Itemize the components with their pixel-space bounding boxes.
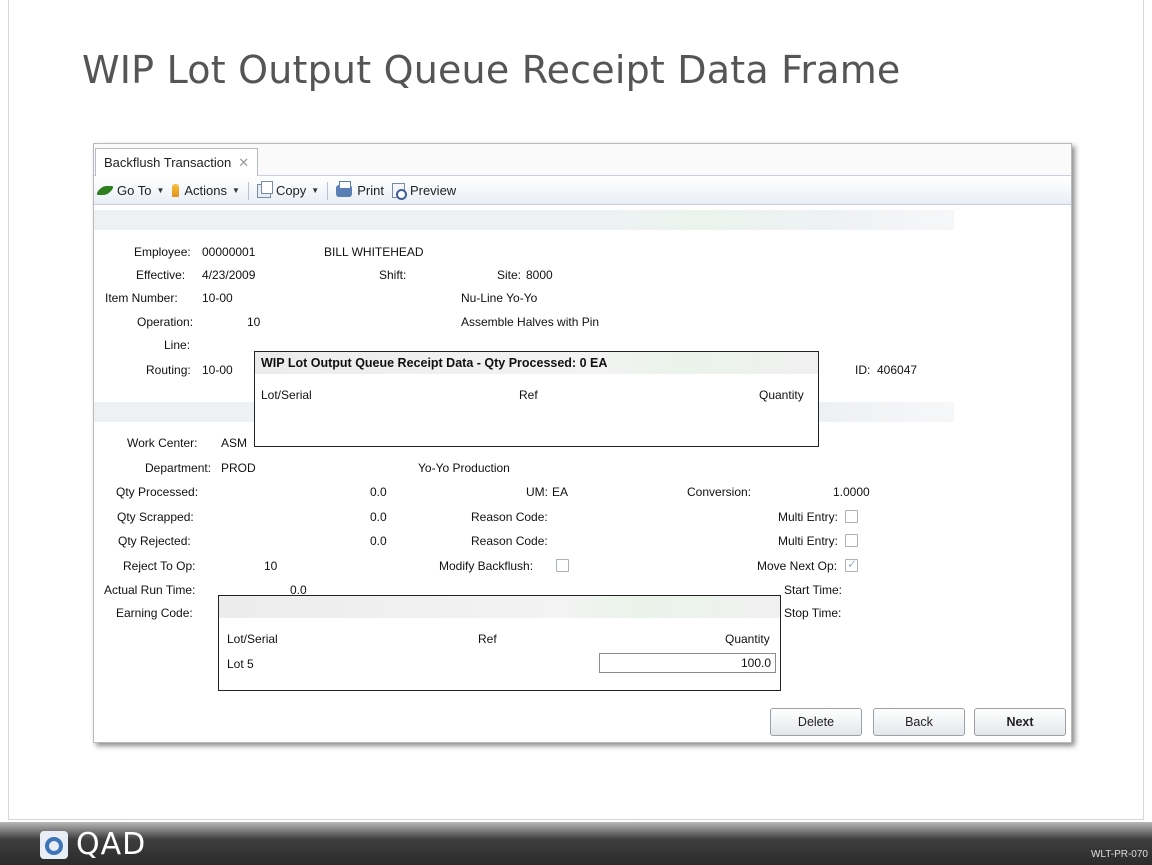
move-next-op-checkbox[interactable] — [845, 557, 858, 572]
reject-to-op-label: Reject To Op: — [123, 559, 196, 573]
toolbar-separator — [327, 181, 329, 200]
work-center-field[interactable]: ASM — [221, 436, 247, 450]
reject-to-op-field[interactable]: 10 — [264, 559, 277, 573]
actions-label: Actions — [184, 183, 228, 198]
caret-down-icon: ▼ — [232, 186, 240, 195]
printer-icon — [336, 180, 353, 197]
conversion-label: Conversion: — [687, 485, 752, 499]
id-label: ID: — [855, 363, 871, 377]
column-header-lot-serial: Lot/Serial — [227, 632, 278, 646]
slide-code: WLT-PR-070 — [1090, 849, 1148, 860]
section-band-header — [94, 210, 954, 230]
lot-serial-field[interactable]: Lot 5 — [227, 657, 254, 671]
qad-logo: QAD — [40, 827, 146, 862]
column-header-lot-serial: Lot/Serial — [261, 388, 312, 402]
effective-label: Effective: — [136, 268, 186, 282]
frame-header-band — [219, 596, 780, 618]
shift-label: Shift: — [379, 268, 407, 282]
wip-lot-output-popup: WIP Lot Output Queue Receipt Data - Qty … — [254, 351, 819, 447]
work-center-label: Work Center: — [127, 436, 198, 450]
print-label: Print — [357, 183, 384, 198]
app-window: Backflush Transaction ✕ Go To ▼ Actions … — [93, 143, 1072, 743]
column-header-quantity: Quantity — [759, 388, 804, 402]
site-field[interactable]: 8000 — [526, 268, 553, 282]
copy-icon — [256, 180, 273, 198]
multi-entry-label: Multi Entry: — [778, 510, 839, 524]
goto-label: Go To — [117, 183, 152, 198]
column-header-ref: Ref — [478, 632, 497, 646]
actions-icon — [172, 184, 180, 197]
column-header-quantity: Quantity — [725, 632, 770, 646]
start-time-label: Start Time: — [784, 583, 843, 597]
routing-label: Routing: — [146, 363, 191, 377]
reason-code-label: Reason Code: — [471, 534, 548, 548]
back-button[interactable]: Back — [873, 708, 965, 736]
lot-entry-frame: Lot/Serial Ref Quantity Lot 5 100.0 — [218, 595, 781, 691]
logo-text: QAD — [76, 827, 147, 862]
line-label: Line: — [164, 338, 191, 352]
tab-strip: Backflush Transaction ✕ — [94, 144, 1071, 176]
quantity-input[interactable]: 100.0 — [599, 653, 776, 673]
id-field: 406047 — [877, 363, 918, 377]
operation-field[interactable]: 10 — [247, 315, 260, 329]
conversion-field[interactable]: 1.0000 — [833, 485, 870, 499]
modify-backflush-label: Modify Backflush: — [439, 559, 534, 573]
qty-rejected-field[interactable]: 0.0 — [370, 534, 387, 548]
delete-button[interactable]: Delete — [770, 708, 862, 736]
site-label: Site: — [497, 268, 522, 282]
preview-icon — [391, 183, 407, 200]
toolbar-separator — [247, 181, 249, 200]
caret-down-icon: ▼ — [311, 186, 320, 195]
tab-label: Backflush Transaction — [104, 155, 232, 170]
slide-footer — [0, 822, 1152, 865]
close-icon[interactable]: ✕ — [238, 155, 249, 171]
qty-processed-label: Qty Processed: — [116, 485, 199, 499]
qad-logo-icon — [40, 830, 68, 859]
tab-backflush-transaction[interactable]: Backflush Transaction ✕ — [95, 148, 259, 176]
employee-name: BILL WHITEHEAD — [324, 245, 424, 259]
item-description: Nu-Line Yo-Yo — [461, 291, 538, 305]
actual-run-time-label: Actual Run Time: — [104, 583, 196, 597]
goto-menu-button[interactable]: Go To ▼ — [96, 183, 165, 198]
column-header-ref: Ref — [519, 388, 538, 402]
um-label: UM: — [526, 485, 548, 499]
multi-entry-label: Multi Entry: — [778, 534, 839, 548]
goto-icon — [96, 186, 114, 195]
department-field[interactable]: PROD — [221, 461, 256, 475]
multi-entry-checkbox-rejected[interactable] — [845, 534, 858, 547]
operation-description: Assemble Halves with Pin — [461, 315, 600, 329]
qty-processed-field[interactable]: 0.0 — [370, 485, 387, 499]
stop-time-label: Stop Time: — [784, 606, 842, 620]
reason-code-label: Reason Code: — [471, 510, 548, 524]
move-next-op-label: Move Next Op: — [757, 559, 838, 573]
copy-label: Copy — [275, 183, 307, 198]
caret-down-icon: ▼ — [156, 186, 165, 195]
effective-field[interactable]: 4/23/2009 — [202, 268, 255, 282]
copy-menu-button[interactable]: Copy ▼ — [256, 180, 320, 198]
earning-code-label: Earning Code: — [116, 606, 193, 620]
preview-button[interactable]: Preview — [391, 183, 457, 200]
modify-backflush-checkbox[interactable] — [556, 559, 569, 572]
routing-field[interactable]: 10-00 — [202, 363, 233, 377]
employee-label: Employee: — [134, 245, 191, 259]
department-description: Yo-Yo Production — [418, 461, 510, 475]
print-button[interactable]: Print — [336, 180, 384, 198]
operation-label: Operation: — [137, 315, 194, 329]
toolbar: Go To ▼ Actions ▼ Copy ▼ Print Preview — [94, 177, 1071, 205]
employee-field[interactable]: 00000001 — [202, 245, 255, 259]
next-button[interactable]: Next — [974, 708, 1066, 736]
qty-scrapped-label: Qty Scrapped: — [117, 510, 194, 524]
department-label: Department: — [145, 461, 212, 475]
um-field[interactable]: EA — [552, 485, 568, 499]
qty-scrapped-field[interactable]: 0.0 — [370, 510, 387, 524]
qty-rejected-label: Qty Rejected: — [118, 534, 191, 548]
preview-label: Preview — [409, 183, 457, 198]
popup-title: WIP Lot Output Queue Receipt Data - Qty … — [255, 352, 818, 374]
item-number-field[interactable]: 10-00 — [202, 291, 233, 305]
item-number-label: Item Number: — [105, 291, 178, 305]
multi-entry-checkbox-scrapped[interactable] — [845, 510, 858, 523]
slide-title: WIP Lot Output Queue Receipt Data Frame — [82, 48, 901, 92]
actions-menu-button[interactable]: Actions ▼ — [172, 183, 240, 198]
